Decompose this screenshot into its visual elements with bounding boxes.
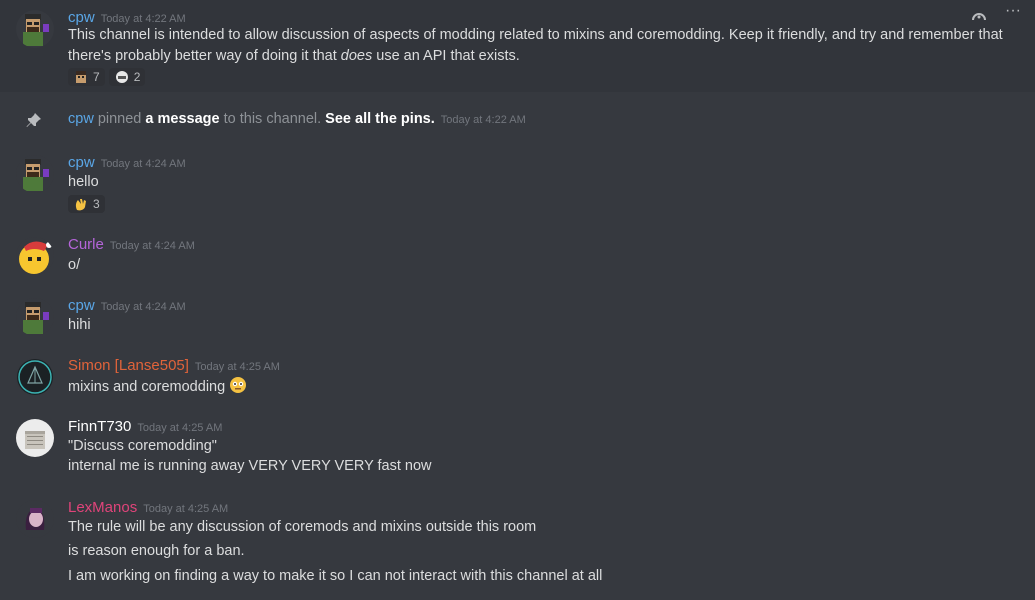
timestamp: Today at 4:24 AM — [100, 301, 186, 313]
message-content: is reason enough for a ban. — [68, 543, 245, 559]
timestamp: Today at 4:25 AM — [194, 361, 280, 373]
add-reaction-icon[interactable] — [967, 0, 991, 20]
system-text: pinned — [93, 111, 146, 127]
custom-emoji-icon — [76, 71, 86, 83]
message-content: I am working on finding a way to make it… — [68, 568, 603, 584]
reaction[interactable]: 2 — [108, 68, 146, 86]
reaction[interactable]: 3 — [68, 195, 105, 213]
reactions: 3 — [68, 195, 105, 213]
username[interactable]: FinnT730 — [68, 418, 131, 435]
timestamp: Today at 4:22 AM — [100, 13, 186, 25]
message-content: o/ — [68, 257, 81, 273]
reactions: 7 2 — [68, 68, 146, 86]
avatar-cpw[interactable] — [16, 155, 54, 193]
text-segment: mixins and coremodding — [68, 379, 226, 395]
timestamp: Today at 4:22 AM — [440, 114, 526, 126]
see-all-pins-link[interactable]: See all the pins. — [325, 111, 435, 127]
more-icon[interactable]: ··· — [1001, 0, 1025, 20]
username[interactable]: cpw — [68, 154, 95, 171]
pin-icon — [26, 113, 41, 127]
reaction[interactable]: 7 — [68, 68, 105, 86]
username[interactable]: cpw — [68, 9, 95, 26]
message-content: The rule will be any discussion of corem… — [68, 519, 537, 535]
waving-hand-icon — [75, 199, 86, 211]
username[interactable]: LexManos — [68, 499, 137, 516]
timestamp: Today at 4:24 AM — [109, 240, 195, 252]
message-content: hihi — [68, 317, 91, 333]
username[interactable]: Simon [Lanse505] — [68, 357, 189, 374]
message-toolbar: ··· — [967, 0, 1025, 20]
timestamp: Today at 4:25 AM — [137, 422, 223, 434]
message-content: internal me is running away VERY VERY VE… — [68, 458, 432, 474]
chat-messages: ··· cpw Today at 4:22 AM This channel is … — [0, 0, 1035, 600]
avatar-cpw[interactable] — [16, 298, 54, 336]
timestamp: Today at 4:25 AM — [143, 503, 229, 515]
flushed-face-emoji-icon — [230, 377, 247, 393]
message-content: mixins and coremodding — [68, 376, 247, 397]
custom-emoji-icon — [115, 71, 128, 83]
message-content: "Discuss coremodding" — [68, 438, 217, 454]
avatar-cpw[interactable] — [16, 10, 54, 48]
avatar-simon[interactable] — [16, 358, 54, 396]
message-content: This channel is intended to allow discus… — [68, 27, 1003, 43]
avatar-lexmanos[interactable] — [16, 500, 54, 538]
message-content: there's probably better way of doing it … — [68, 46, 520, 66]
username[interactable]: cpw — [68, 111, 94, 127]
reaction-count: 7 — [93, 70, 100, 84]
avatar-finnt730[interactable] — [16, 419, 54, 457]
text-segment: use an API that exists. — [372, 48, 520, 64]
pinned-message-link[interactable]: a message — [145, 111, 219, 127]
username[interactable]: Curle — [68, 236, 104, 253]
emphasis-text: does — [340, 48, 373, 64]
username[interactable]: cpw — [68, 297, 95, 314]
message-content: hello — [68, 174, 99, 190]
reaction-count: 2 — [133, 70, 141, 84]
system-text: to this channel. — [219, 111, 326, 127]
text-segment: there's probably better way of doing it … — [68, 48, 341, 64]
avatar-curle[interactable] — [16, 237, 54, 275]
timestamp: Today at 4:24 AM — [100, 158, 186, 170]
system-message-pin: cpw pinned a message to this channel. Se… — [0, 108, 1035, 130]
reaction-count: 3 — [93, 197, 100, 211]
